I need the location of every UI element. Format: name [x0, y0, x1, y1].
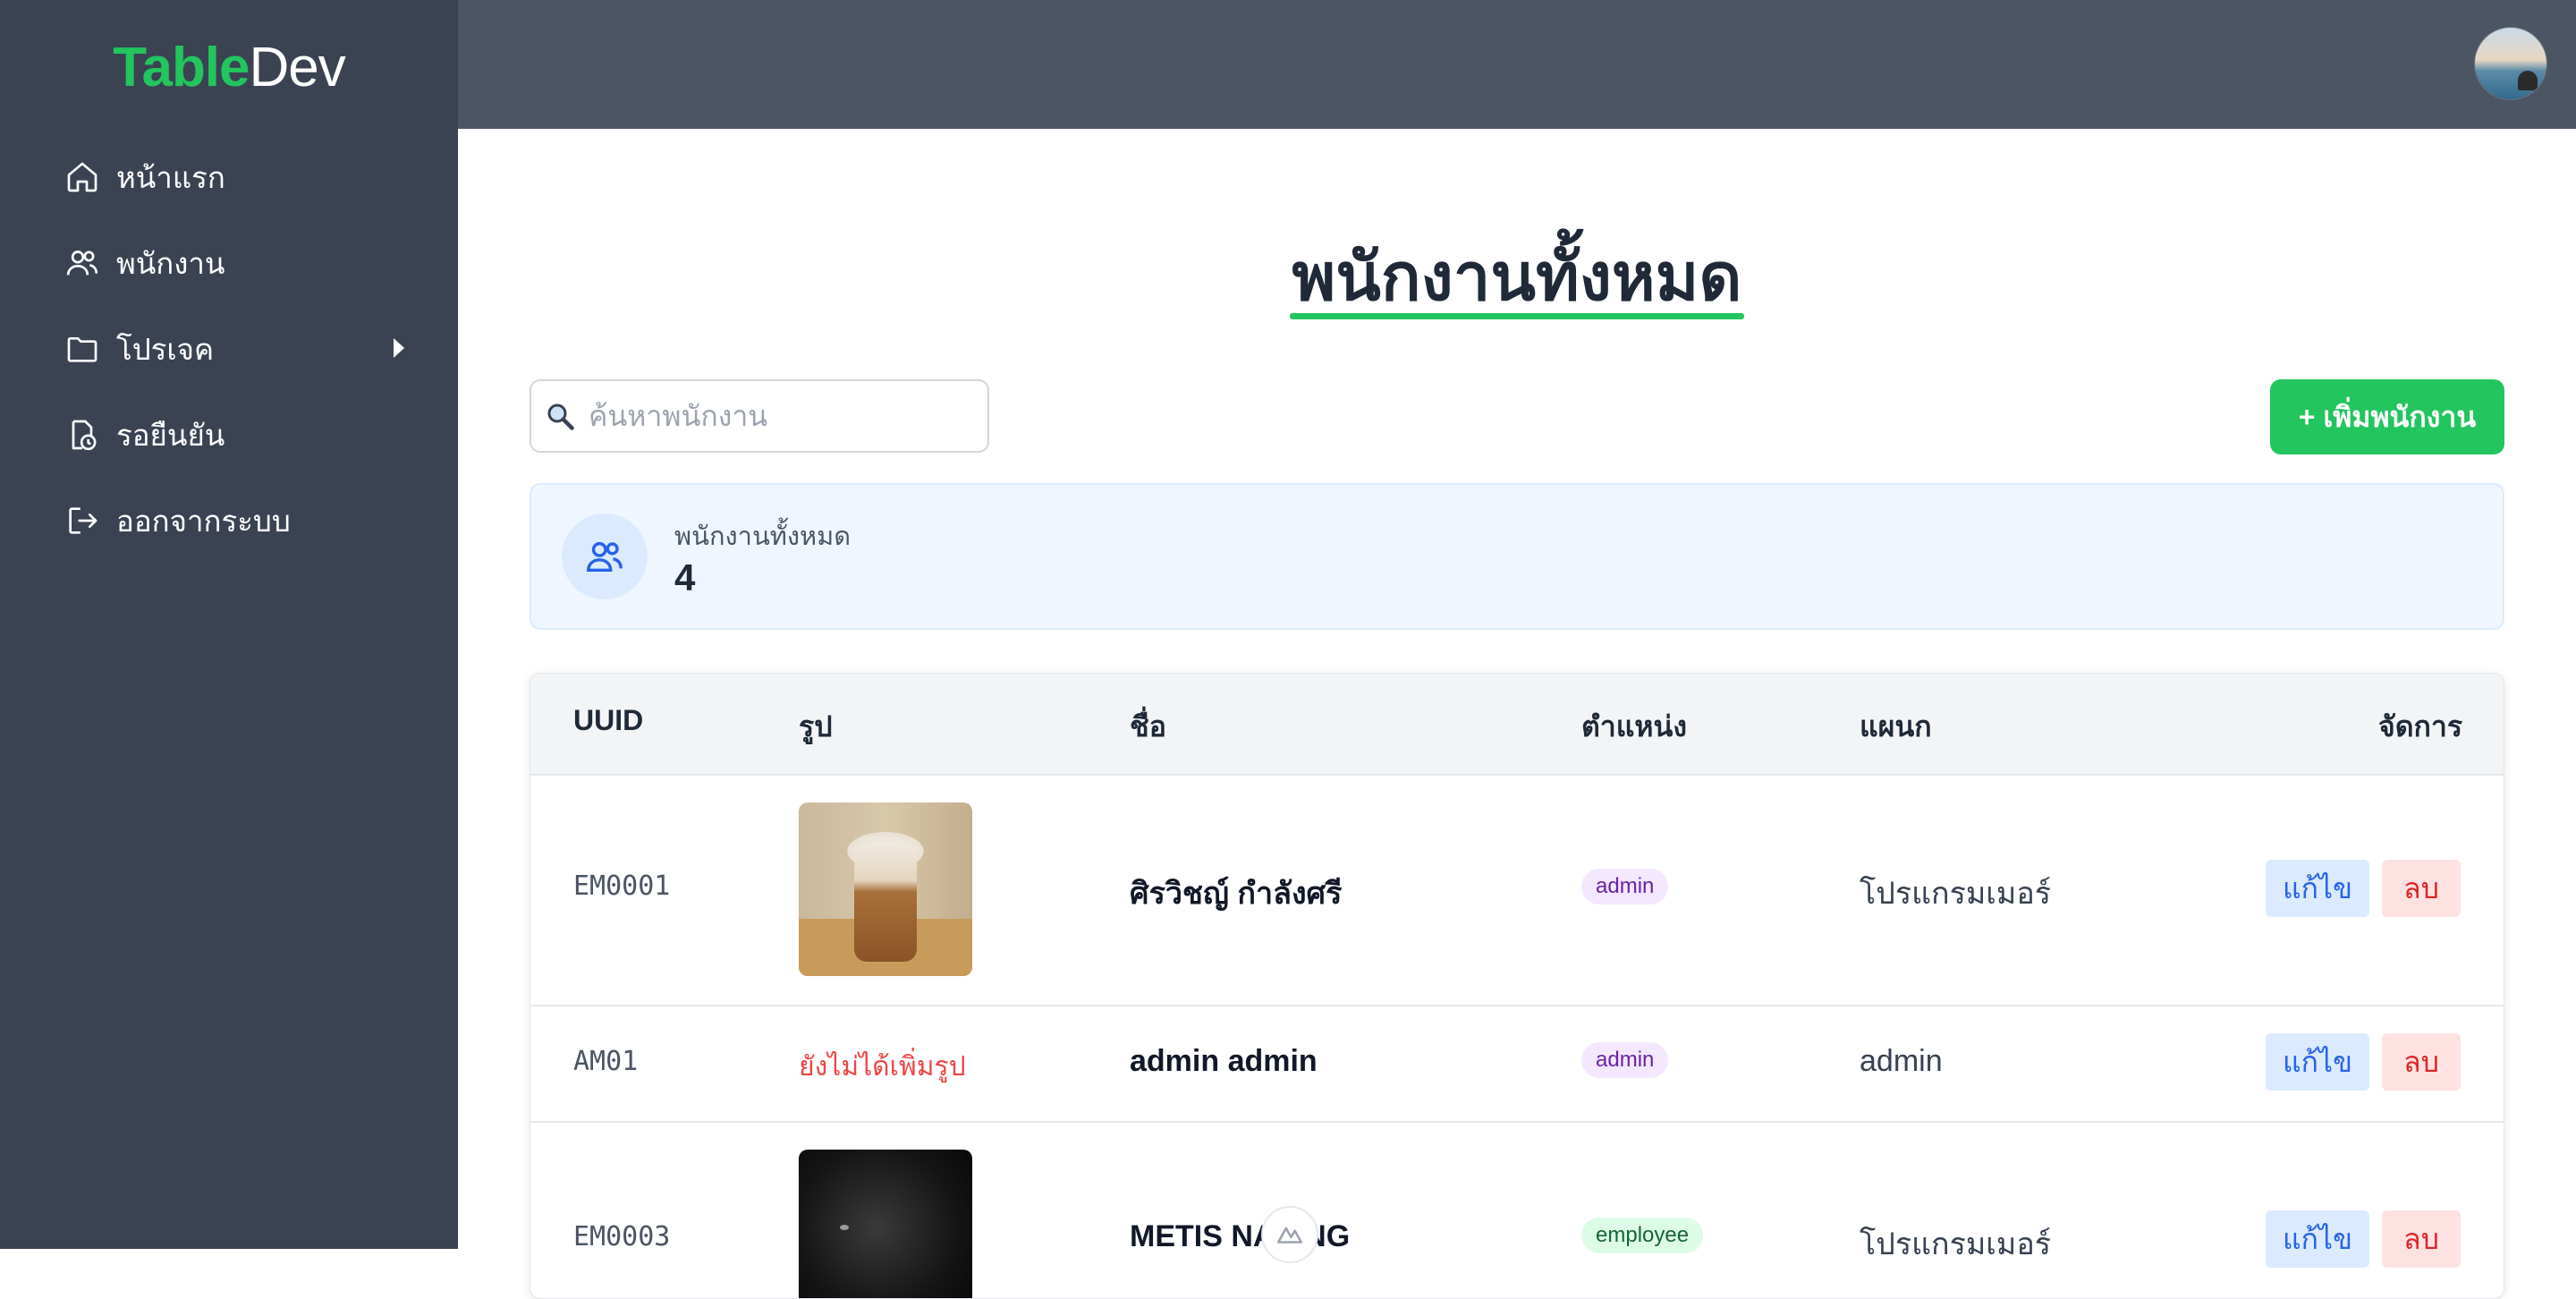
brand-part-1: Table [113, 37, 250, 98]
floating-logo-icon[interactable] [1261, 1206, 1318, 1263]
employees-table: UUID รูป ชื่อ ตำแหน่ง แผนก จัดการ EM0001… [530, 673, 2504, 1299]
pending-clock-icon [64, 417, 100, 453]
sidebar-item-employees[interactable]: พนักงาน [64, 236, 404, 290]
sidebar: TableDev หน้าแรก พนักงาน โปรเจค รอยืนยัน… [0, 0, 458, 1249]
column-header-department: แผนก [1860, 710, 1932, 743]
sidebar-item-logout[interactable]: ออกจากระบบ [64, 494, 404, 548]
title-underline [1290, 313, 1744, 319]
name-cell: admin admin [1130, 1044, 1318, 1078]
sidebar-item-label: ออกจากระบบ [116, 504, 291, 538]
column-header-uuid: UUID [573, 704, 644, 736]
edit-button[interactable]: แก้ไข [2266, 1210, 2369, 1268]
caret-right-icon[interactable] [394, 338, 404, 358]
column-header-actions: จัดการ [2377, 710, 2462, 743]
sidebar-item-pending[interactable]: รอยืนยัน [64, 408, 404, 462]
search-input[interactable] [587, 398, 966, 434]
table-row: AM01 ยังไม่ได้เพิ่มรูป admin admin admin… [530, 1005, 2504, 1123]
edit-button[interactable]: แก้ไข [2266, 1033, 2369, 1091]
sidebar-item-projects[interactable]: โปรเจค [64, 322, 404, 376]
brand-part-2: Dev [249, 37, 346, 98]
logout-icon [64, 503, 100, 539]
stat-value: 4 [674, 556, 696, 599]
column-header-position: ตำแหน่ง [1581, 710, 1687, 743]
top-bar [458, 0, 2576, 129]
column-header-photo: รูป [799, 710, 833, 743]
table-row: EM0003 METIS NA UNG employee โปรแกรมเมอร… [530, 1121, 2504, 1298]
employee-photo [799, 1150, 972, 1298]
uuid-cell: AM01 [573, 1046, 639, 1077]
avatar[interactable] [2474, 27, 2547, 100]
sidebar-item-home[interactable]: หน้าแรก [64, 150, 404, 204]
brand-logo[interactable]: TableDev [0, 36, 458, 99]
employee-photo [799, 802, 972, 976]
edit-button[interactable]: แก้ไข [2266, 860, 2369, 917]
stat-label: พนักงานทั้งหมด [674, 522, 852, 551]
position-cell: admin [1581, 1040, 1669, 1078]
table-header: UUID รูป ชื่อ ตำแหน่ง แผนก จัดการ [530, 674, 2504, 776]
add-employee-button[interactable]: + เพิ่มพนักงาน [2270, 379, 2504, 454]
search-box[interactable] [530, 379, 989, 453]
sidebar-item-label: พนักงาน [116, 246, 225, 280]
folder-icon [64, 331, 100, 367]
department-cell: โปรแกรมเมอร์ [1860, 1227, 2051, 1261]
users-icon [64, 245, 100, 281]
delete-button[interactable]: ลบ [2382, 860, 2461, 917]
home-icon [64, 159, 100, 195]
role-badge: admin [1581, 1042, 1669, 1078]
sidebar-item-label: รอยืนยัน [116, 418, 225, 452]
uuid-cell: EM0001 [573, 870, 671, 902]
no-photo-text: ยังไม่ได้เพิ่มรูป [799, 1052, 966, 1082]
position-cell: admin [1581, 867, 1669, 904]
department-cell: โปรแกรมเมอร์ [1860, 877, 2051, 911]
table-row: EM0001 ศิรวิชญ์ กำลังศรี admin โปรแกรมเม… [530, 774, 2504, 1006]
role-badge: employee [1581, 1218, 1704, 1253]
department-cell: admin [1860, 1044, 1943, 1078]
users-icon [562, 514, 648, 599]
column-header-name: ชื่อ [1130, 710, 1166, 743]
stat-card-total-employees: พนักงานทั้งหมด 4 [530, 483, 2504, 630]
sidebar-item-label: หน้าแรก [116, 160, 225, 194]
search-icon [544, 400, 576, 432]
delete-button[interactable]: ลบ [2382, 1210, 2461, 1268]
sidebar-item-label: โปรเจค [116, 332, 215, 366]
uuid-cell: EM0003 [573, 1221, 671, 1252]
name-cell: ศิรวิชญ์ กำลังศรี [1130, 877, 1343, 911]
position-cell: employee [1581, 1216, 1704, 1253]
role-badge: admin [1581, 869, 1669, 904]
delete-button[interactable]: ลบ [2382, 1033, 2461, 1091]
